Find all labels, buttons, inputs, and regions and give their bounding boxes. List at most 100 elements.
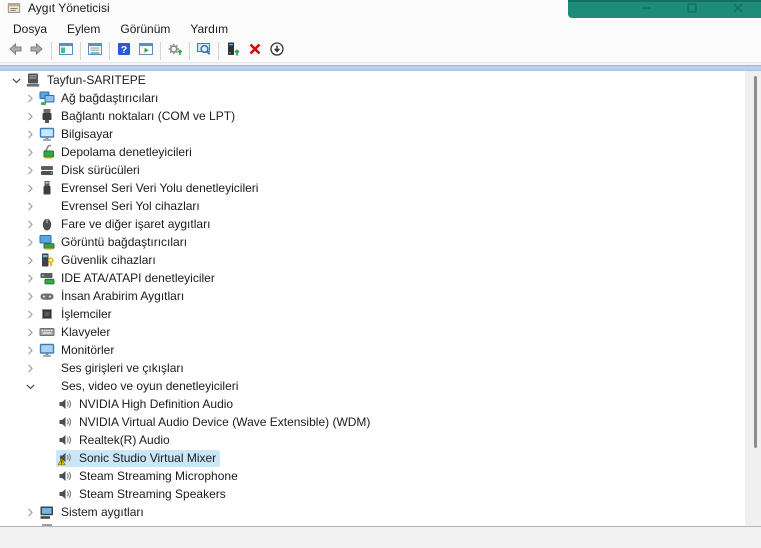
selected-row-highlight[interactable]: Sonic Studio Virtual Mixer (56, 449, 221, 467)
chevron-right-icon[interactable] (22, 270, 38, 286)
tree-item[interactable]: Depolama denetleyicileri (0, 143, 745, 161)
tree-item[interactable]: Fare ve diğer işaret aygıtları (0, 215, 745, 233)
row-content[interactable]: Evrensel Seri Veri Yolu denetleyicileri (38, 180, 262, 197)
row-content[interactable]: Realtek(R) Audio (56, 432, 174, 449)
tree-item[interactable]: Realtek(R) Audio (0, 431, 745, 449)
tree-item[interactable]: Tayfun-SARITEPE (0, 71, 745, 89)
back-button[interactable] (4, 41, 26, 61)
tree-item[interactable]: Sistem aygıtları (0, 503, 745, 521)
row-content[interactable]: Ses, video ve oyun denetleyicileri (38, 378, 242, 395)
help-button[interactable]: ? (113, 41, 135, 61)
chevron-right-icon[interactable] (22, 216, 38, 232)
forward-button[interactable] (26, 41, 48, 61)
help-icon: ? (116, 41, 132, 62)
action-pane-button[interactable] (135, 41, 157, 61)
row-content[interactable]: İnsan Arabirim Aygıtları (38, 288, 188, 305)
console-tree-button[interactable] (55, 41, 77, 61)
chevron-right-icon[interactable] (22, 90, 38, 106)
tree-item[interactable]: Klavyeler (0, 323, 745, 341)
computer-icon (39, 126, 55, 142)
tree-item[interactable]: İnsan Arabirim Aygıtları (0, 287, 745, 305)
scrollbar-thumb[interactable] (754, 76, 757, 448)
tree-item[interactable]: Güvenlik cihazları (0, 251, 745, 269)
row-content[interactable]: Ağ bağdaştırıcıları (38, 90, 162, 107)
tree-item[interactable]: Ses girişleri ve çıkışları (0, 359, 745, 377)
chevron-right-icon[interactable] (22, 306, 38, 322)
close-button[interactable] (715, 2, 761, 18)
tree-item[interactable]: Steam Streaming Microphone (0, 467, 745, 485)
row-content[interactable]: Görüntü bağdaştırıcıları (38, 234, 191, 251)
row-content[interactable]: Sistem aygıtları (38, 504, 148, 521)
row-content[interactable]: NVIDIA High Definition Audio (56, 396, 237, 413)
chevron-right-icon[interactable] (22, 504, 38, 520)
chevron-right-icon[interactable] (22, 360, 38, 376)
tree-item[interactable]: Evrensel Seri Yol cihazları (0, 197, 745, 215)
tree-item[interactable]: Görüntü bağdaştırıcıları (0, 233, 745, 251)
chevron-right-icon[interactable] (22, 252, 38, 268)
chevron-right-icon[interactable] (22, 288, 38, 304)
row-content[interactable]: NVIDIA Virtual Audio Device (Wave Extens… (56, 414, 374, 431)
tree-item[interactable]: Ağ bağdaştırıcıları (0, 89, 745, 107)
tree-item[interactable]: Disk sürücüleri (0, 161, 745, 179)
tree-item[interactable]: IDE ATA/ATAPI denetleyiciler (0, 269, 745, 287)
chevron-right-icon[interactable] (22, 198, 38, 214)
row-content[interactable]: Tayfun-SARITEPE (24, 72, 150, 89)
row-content[interactable]: Bağlantı noktaları (COM ve LPT) (38, 108, 239, 125)
row-content[interactable]: Güvenlik cihazları (38, 252, 160, 269)
properties-button[interactable] (84, 41, 106, 61)
chevron-right-icon[interactable] (22, 126, 38, 142)
chevron-right-icon[interactable] (22, 324, 38, 340)
uninstall-button[interactable] (244, 41, 266, 61)
row-content[interactable]: IDE ATA/ATAPI denetleyiciler (38, 270, 219, 287)
tree-item-label: IDE ATA/ATAPI denetleyiciler (61, 271, 215, 285)
row-content[interactable]: Monitörler (38, 342, 118, 359)
title-bar: Aygıt Yöneticisi (0, 0, 761, 18)
row-content[interactable]: İşlemciler (38, 306, 116, 323)
tree-item[interactable]: Steam Streaming Speakers (0, 485, 745, 503)
menu-dosya[interactable]: Dosya (4, 20, 56, 38)
row-content[interactable]: Fare ve diğer işaret aygıtları (38, 216, 214, 233)
tree-item[interactable]: İşlemciler (0, 305, 745, 323)
tree-item[interactable]: Ses, video ve oyun denetleyicileri (0, 377, 745, 395)
speaker-warning-icon (57, 450, 73, 466)
row-content[interactable]: Bilgisayar (38, 126, 117, 143)
chevron-right-icon[interactable] (22, 144, 38, 160)
tree-item[interactable]: Monitörler (0, 341, 745, 359)
chevron-down-icon[interactable] (8, 72, 24, 88)
scan-hardware-button[interactable] (193, 41, 215, 61)
device-driver-button[interactable] (222, 41, 244, 61)
action-pane-icon (138, 41, 154, 62)
chevron-right-icon[interactable] (22, 342, 38, 358)
usb-device-icon (39, 198, 55, 214)
row-content[interactable]: Evrensel Seri Yol cihazları (38, 198, 204, 215)
tree-item[interactable]: NVIDIA Virtual Audio Device (Wave Extens… (0, 413, 745, 431)
menu-yardm[interactable]: Yardım (181, 20, 237, 38)
maximize-button[interactable] (669, 2, 715, 18)
chevron-right-icon[interactable] (22, 234, 38, 250)
update-driver-button[interactable] (164, 41, 186, 61)
disable-icon (269, 41, 285, 62)
tree-item[interactable]: Sonic Studio Virtual Mixer (0, 449, 745, 467)
vertical-scrollbar[interactable] (745, 71, 761, 526)
disable-button[interactable] (266, 41, 288, 61)
tree-item[interactable]: Bağlantı noktaları (COM ve LPT) (0, 107, 745, 125)
tree-item[interactable]: Bilgisayar (0, 125, 745, 143)
chevron-right-icon[interactable] (22, 162, 38, 178)
row-content[interactable]: Depolama denetleyicileri (38, 144, 196, 161)
menu-grnm[interactable]: Görünüm (111, 20, 179, 38)
tree-item[interactable]: Evrensel Seri Veri Yolu denetleyicileri (0, 179, 745, 197)
keyboard-icon (39, 324, 55, 340)
row-content[interactable]: Steam Streaming Microphone (56, 468, 242, 485)
row-content[interactable]: Disk sürücüleri (38, 162, 144, 179)
menu-eylem[interactable]: Eylem (58, 20, 109, 38)
tree-item-label: Steam Streaming Speakers (79, 487, 226, 501)
row-content[interactable]: Ses girişleri ve çıkışları (38, 360, 188, 377)
chevron-right-icon[interactable] (22, 180, 38, 196)
ide-controller-icon (39, 270, 55, 286)
chevron-right-icon[interactable] (22, 108, 38, 124)
tree-item[interactable]: NVIDIA High Definition Audio (0, 395, 745, 413)
minimize-button[interactable] (623, 2, 669, 18)
row-content[interactable]: Steam Streaming Speakers (56, 486, 230, 503)
row-content[interactable]: Klavyeler (38, 324, 114, 341)
chevron-down-icon[interactable] (22, 378, 38, 394)
